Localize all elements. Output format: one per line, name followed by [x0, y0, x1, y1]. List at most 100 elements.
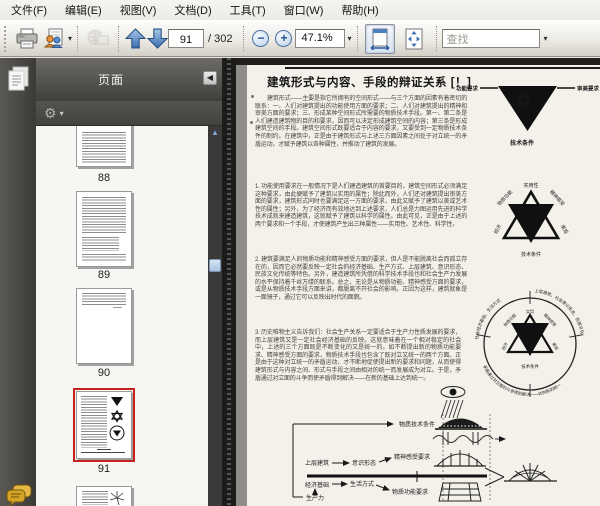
svg-text:实用性: 实用性	[523, 182, 538, 189]
thumbnail-mini-diagrams	[109, 397, 125, 441]
content-area: 页面 ◀ ⚙ ▾ 88 89 90 91 ▲ 建筑形式与内容、手段的辩证关系 […	[0, 58, 600, 506]
toolbar-grip[interactable]	[4, 25, 9, 52]
menu-document[interactable]: 文档(D)	[165, 0, 220, 21]
pages-sidebar: 页面 ◀ ⚙ ▾ 88 89 90 91 ▲	[36, 58, 222, 506]
svg-text:经济: 经济	[492, 223, 503, 235]
toolbar-separator	[356, 25, 358, 52]
thumbnail-text-lines	[82, 254, 126, 262]
menu-help[interactable]: 帮助(H)	[332, 0, 387, 21]
svg-text:生产力: 生产力	[306, 494, 324, 502]
arrow-down-icon	[146, 28, 168, 49]
zoom-out-button[interactable]: −	[252, 30, 270, 47]
pages-panel-icon[interactable]	[7, 66, 30, 97]
scan-speck	[251, 95, 254, 98]
options-gear-icon[interactable]: ⚙	[44, 106, 57, 120]
collaborate-icon	[87, 29, 109, 44]
menu-bar: 文件(F) 编辑(E) 视图(V) 文档(D) 工具(T) 窗口(W) 帮助(H…	[0, 0, 600, 20]
svg-text:生活方式: 生活方式	[350, 480, 374, 488]
svg-text:形式: 形式	[518, 99, 532, 108]
toolbar-separator	[243, 25, 245, 52]
paragraph-3: 3. 历史唯物主义告诉我们：社会生产关系一定要适合于生产力性质发展的要求，而上层…	[255, 330, 461, 382]
sketch-final-dome	[504, 463, 557, 482]
toolbar-separator	[118, 25, 120, 52]
resizer-dots	[227, 58, 231, 506]
svg-text:技术条件: 技术条件	[521, 251, 541, 258]
sidebar-collapse-button[interactable]: ◀	[203, 71, 217, 85]
print-button[interactable]	[12, 24, 42, 54]
thumbnail-label-90: 90	[97, 367, 111, 379]
svg-text:经济: 经济	[500, 341, 509, 351]
menu-file[interactable]: 文件(F)	[2, 0, 56, 21]
toolbar-separator	[435, 25, 437, 52]
thumbnail-flow-line	[97, 449, 111, 450]
thumbnail-page-90[interactable]	[76, 288, 132, 364]
send-review-icon	[43, 28, 63, 48]
scrollbar-up-icon[interactable]: ▲	[208, 126, 222, 140]
sidebar-options-bar: ⚙ ▾	[36, 101, 222, 126]
panel-resizer[interactable]	[222, 58, 236, 506]
fit-page-icon	[405, 28, 422, 49]
thumbnail-page-91-selected[interactable]	[73, 388, 135, 462]
options-caret-icon[interactable]: ▾	[60, 109, 64, 118]
thumbnail-flow-line	[81, 452, 125, 453]
svg-text:技术条件: 技术条件	[521, 363, 539, 370]
previous-page-button[interactable]	[124, 24, 146, 54]
svg-text:审美要求: 审美要求	[577, 85, 600, 93]
find-input[interactable]	[441, 29, 540, 48]
svg-text:技术条件: 技术条件	[510, 139, 534, 147]
thumbnail-text-lines	[82, 237, 119, 251]
document-top-shadow	[236, 58, 600, 65]
zoom-in-button[interactable]: +	[275, 30, 293, 47]
scrollbar-thumb[interactable]	[209, 259, 221, 272]
thumbnail-page-88[interactable]	[76, 126, 132, 167]
comments-panel-icon[interactable]	[4, 483, 34, 506]
thumbnail-text-lines	[81, 396, 107, 448]
page-number-input[interactable]	[168, 29, 205, 48]
svg-text:功能要求: 功能要求	[456, 85, 479, 93]
nav-panel-strip	[0, 58, 36, 506]
svg-text:美观: 美观	[559, 223, 570, 235]
diagram-form-triangle: 功能要求 审美要求 建筑 形式 技术条件	[456, 85, 600, 148]
arrow-up-icon	[124, 28, 146, 49]
sketch-plan	[438, 482, 482, 502]
menu-edit[interactable]: 编辑(E)	[56, 0, 111, 21]
thumbnail-page-89[interactable]	[76, 191, 132, 267]
thumbnail-label-89: 89	[97, 269, 111, 281]
zoom-dropdown-caret-icon[interactable]: ▾	[347, 34, 351, 43]
fit-width-icon	[370, 28, 389, 50]
thumbnail-text-lines	[113, 307, 122, 308]
document-area[interactable]: 建筑形式与内容、手段的辩证关系 [！] 建筑形式——主要是指它所拥有的空间形式—…	[236, 58, 600, 506]
find-dropdown-caret-icon[interactable]: ▾	[544, 34, 548, 43]
svg-text:社会经济基础、生活方式: 社会经济基础、生活方式	[473, 296, 502, 339]
svg-text:美观: 美观	[551, 341, 560, 351]
svg-text:上层建筑: 上层建筑	[305, 459, 329, 467]
send-for-review-button[interactable]: ▾	[42, 24, 72, 54]
scan-page-edge	[285, 67, 600, 69]
menu-tools[interactable]: 工具(T)	[221, 0, 275, 21]
fit-page-button[interactable]	[399, 24, 429, 54]
pdf-page: 建筑形式与内容、手段的辩证关系 [！] 建筑形式——主要是指它所拥有的空间形式—…	[247, 65, 600, 506]
paragraph-intro: 建筑形式——主要是指它所拥有的空间形式——与三个方面的因素有着密切的联系：一、人…	[255, 96, 467, 148]
page-total-label: / 302	[208, 32, 233, 45]
svg-text:精神感受要求: 精神感受要求	[394, 453, 430, 461]
menu-window[interactable]: 窗口(W)	[275, 0, 333, 21]
sketch-stadium-section	[434, 450, 486, 467]
fit-width-button[interactable]	[364, 23, 395, 54]
svg-text:物质功能要求: 物质功能要求	[392, 488, 428, 496]
thumbnail-label-88: 88	[97, 172, 111, 184]
paragraph-2: 2. 建筑要满足人的物质功能和精神感受方面的要求，但人是不能脱离社会而孤立存在的…	[255, 257, 467, 301]
scan-speck	[250, 121, 253, 124]
svg-text:物质技术条件: 物质技术条件	[399, 421, 435, 429]
pdf-reader-window: 文件(F) 编辑(E) 视图(V) 文档(D) 工具(T) 窗口(W) 帮助(H…	[0, 0, 600, 506]
thumbnail-page-92[interactable]	[76, 486, 132, 506]
thumbnail-text-lines	[82, 491, 108, 505]
thumbnail-scrollbar[interactable]: ▲	[208, 126, 222, 506]
zoom-level-value[interactable]: 47.1%	[295, 29, 346, 48]
sketch-hatching	[440, 399, 464, 419]
toolbar-separator	[77, 25, 79, 52]
sidebar-title: 页面	[98, 73, 125, 87]
thumbnail-mini-sketch	[109, 491, 125, 506]
svg-text:建筑: 建筑	[518, 91, 532, 100]
menu-view[interactable]: 视图(V)	[111, 0, 166, 21]
next-page-button[interactable]	[146, 24, 168, 54]
